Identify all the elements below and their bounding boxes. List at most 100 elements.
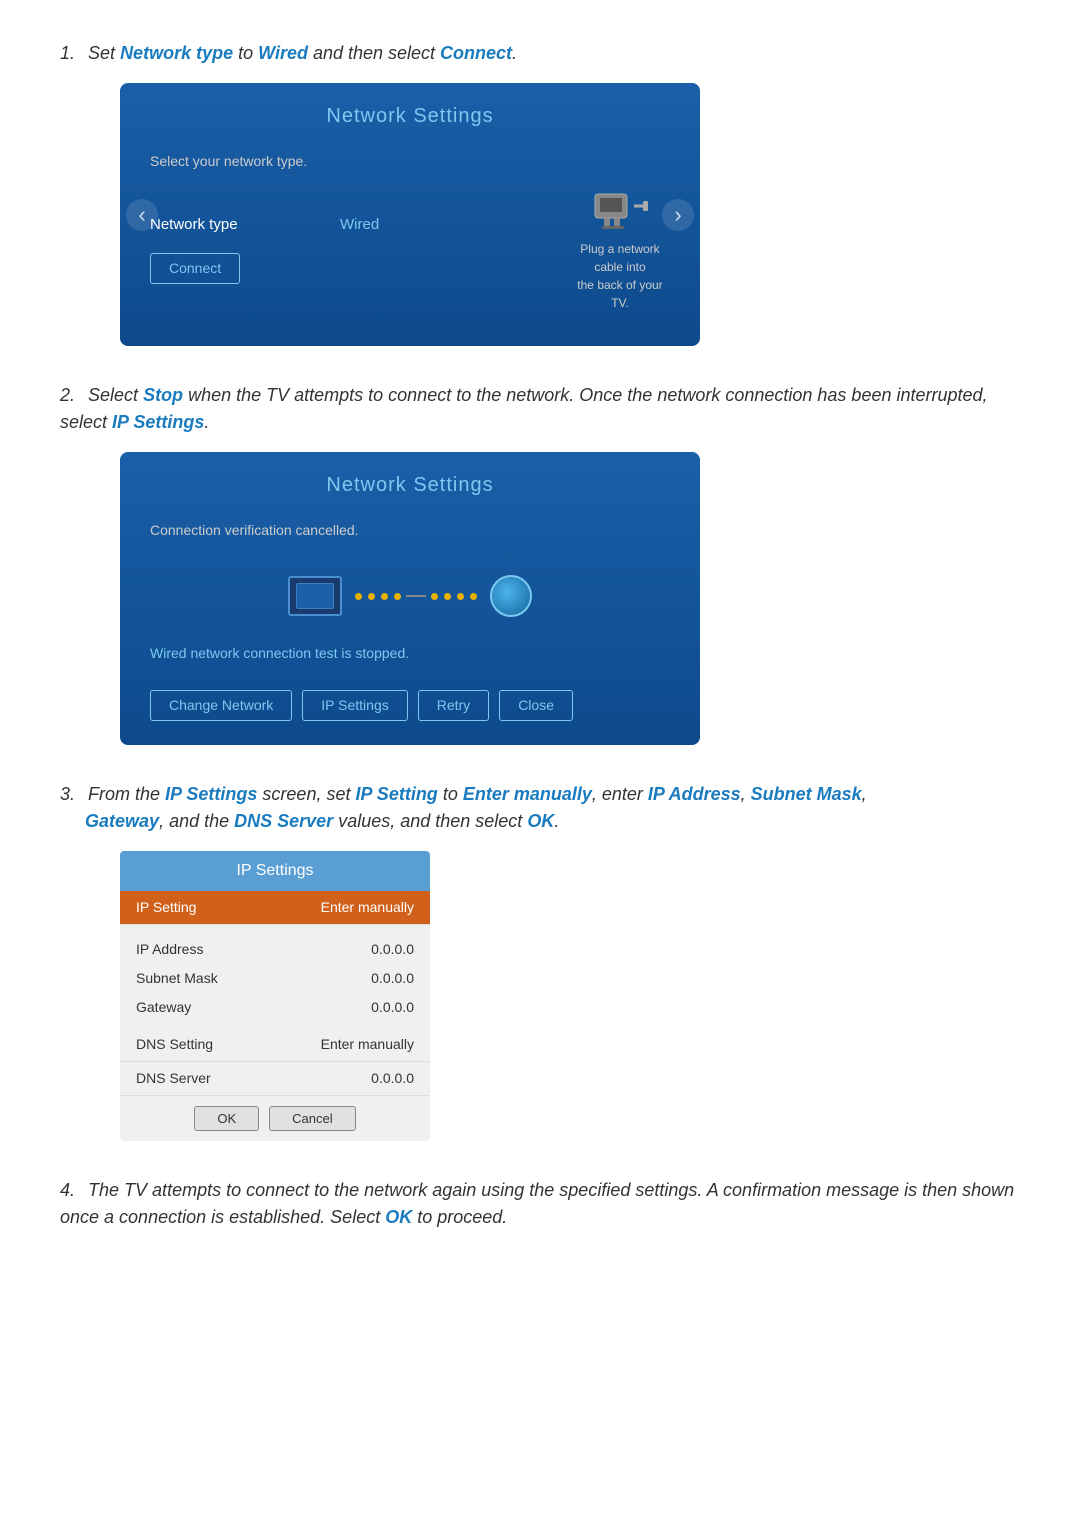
dns-setting-label: DNS Setting [136, 1034, 213, 1055]
dot-7 [457, 593, 464, 600]
step-3-number: 3. [60, 784, 75, 804]
panel2-status: Wired network connection test is stopped… [150, 643, 670, 664]
step-2: 2. Select Stop when the TV attempts to c… [60, 382, 1020, 745]
nav-arrow-left-1[interactable]: ‹ [126, 199, 158, 231]
step-2-end: . [204, 412, 209, 432]
panel1-icon-area: Plug a network cable into the back of yo… [570, 186, 670, 312]
step-2-number: 2. [60, 385, 75, 405]
close-btn[interactable]: Close [499, 690, 573, 721]
step-2-text: 2. Select Stop when the TV attempts to c… [60, 382, 1020, 436]
step-1: 1. Set Network type to Wired and then se… [60, 40, 1020, 346]
step-2-highlight1: Stop [143, 385, 183, 405]
nav-arrow-right-1[interactable]: › [662, 199, 694, 231]
step-3-text: 3. From the IP Settings screen, set IP S… [60, 781, 1020, 835]
step-1-end: . [512, 43, 517, 63]
step-3-h4: IP Address [648, 784, 741, 804]
panel1-subtitle: Select your network type. [150, 151, 670, 172]
ip-panel-title: IP Settings [120, 851, 430, 891]
dns-server-value: 0.0.0.0 [371, 1068, 414, 1089]
step-3-m4: , [741, 784, 751, 804]
ip-setting-label: IP Setting [136, 897, 196, 918]
dots-line [352, 593, 480, 600]
panel2-title: Network Settings [120, 452, 700, 510]
step-4-number: 4. [60, 1180, 75, 1200]
step-3-h5: Subnet Mask [751, 784, 862, 804]
tv-screen [296, 583, 334, 609]
ip-address-value: 0.0.0.0 [371, 939, 414, 960]
gateway-label: Gateway [136, 997, 191, 1018]
step-3-h6: Gateway [85, 811, 159, 831]
step-1-text: 1. Set Network type to Wired and then se… [60, 40, 1020, 67]
connection-animation [150, 555, 670, 627]
step-1-highlight1: Network type [120, 43, 233, 63]
step-2-highlight2: IP Settings [112, 412, 204, 432]
step-4: 4. The TV attempts to connect to the net… [60, 1177, 1020, 1231]
step-3-m2: to [438, 784, 463, 804]
dns-setting-value: Enter manually [321, 1034, 414, 1055]
step-3-m5: , [862, 784, 867, 804]
ip-ok-btn[interactable]: OK [194, 1106, 259, 1131]
step-4-highlight1: OK [385, 1207, 412, 1227]
step-1-highlight2: Wired [258, 43, 308, 63]
subnet-value: 0.0.0.0 [371, 968, 414, 989]
panel2-body: Connection verification cancelled. [120, 510, 700, 745]
panel2-cancelled: Connection verification cancelled. [150, 520, 670, 541]
ip-address-label: IP Address [136, 939, 203, 960]
dot-2 [368, 593, 375, 600]
ip-panel: IP Settings IP Setting Enter manually IP… [120, 851, 430, 1141]
step-4-end: to proceed. [412, 1207, 507, 1227]
dot-6 [444, 593, 451, 600]
step-3-m6: , and the [159, 811, 234, 831]
dns-server-label: DNS Server [136, 1068, 211, 1089]
step-3-h3: Enter manually [463, 784, 592, 804]
ip-address-row: IP Address 0.0.0.0 [120, 933, 430, 962]
ip-settings-btn[interactable]: IP Settings [302, 690, 407, 721]
panel1-title: Network Settings [120, 83, 700, 141]
retry-btn[interactable]: Retry [418, 690, 489, 721]
cable-icon [590, 186, 650, 236]
panel1-network-label: Network type [150, 214, 280, 237]
ip-panel-footer: OK Cancel [120, 1096, 430, 1141]
panel1-body: Select your network type. Network type W… [120, 141, 700, 346]
dot-1 [355, 593, 362, 600]
ip-addresses-group: IP Address 0.0.0.0 Subnet Mask 0.0.0.0 G… [120, 925, 430, 1028]
subnet-row: Subnet Mask 0.0.0.0 [120, 962, 430, 991]
step-3-m7: values, and then select [333, 811, 527, 831]
step-3-h1: IP Settings [165, 784, 257, 804]
step-3-h8: OK [527, 811, 554, 831]
panel1-cable-text: Plug a network cable into the back of yo… [570, 240, 670, 312]
step-3-h2: IP Setting [355, 784, 437, 804]
dot-5 [431, 593, 438, 600]
ip-setting-row: IP Setting Enter manually [120, 891, 430, 925]
step-1-mid2: and then select [308, 43, 440, 63]
step-3-before: From the [88, 784, 165, 804]
dns-server-row: DNS Server 0.0.0.0 [120, 1062, 430, 1096]
step-3-m3: , enter [592, 784, 648, 804]
step-1-number: 1. [60, 43, 75, 63]
panel1-type-row: Network type Wired [150, 214, 530, 237]
step-3: 3. From the IP Settings screen, set IP S… [60, 781, 1020, 1141]
ip-cancel-btn[interactable]: Cancel [269, 1106, 355, 1131]
dot-8 [470, 593, 477, 600]
tv-icon [288, 576, 342, 616]
dot-4 [394, 593, 401, 600]
panel1-network-value: Wired [340, 214, 379, 237]
step-3-h7: DNS Server [234, 811, 333, 831]
panel1-connect-btn[interactable]: Connect [150, 247, 530, 284]
dns-setting-row: DNS Setting Enter manually [120, 1028, 430, 1062]
step-4-before: The TV attempts to connect to the networ… [60, 1180, 1014, 1227]
step-1-mid1: to [233, 43, 258, 63]
tv-panel-1: Network Settings Select your network typ… [120, 83, 700, 346]
step-1-text-before: Set [88, 43, 120, 63]
step-2-before: Select [88, 385, 143, 405]
panel1-network-row: Network type Wired Connect [150, 186, 670, 312]
gateway-value: 0.0.0.0 [371, 997, 414, 1018]
dot-3 [381, 593, 388, 600]
subnet-label: Subnet Mask [136, 968, 218, 989]
connect-button-label: Connect [150, 253, 240, 284]
step-1-highlight3: Connect [440, 43, 512, 63]
panel2-buttons: Change Network IP Settings Retry Close [150, 684, 670, 721]
step-3-end: . [554, 811, 559, 831]
step-3-m1: screen, set [257, 784, 355, 804]
change-network-btn[interactable]: Change Network [150, 690, 292, 721]
